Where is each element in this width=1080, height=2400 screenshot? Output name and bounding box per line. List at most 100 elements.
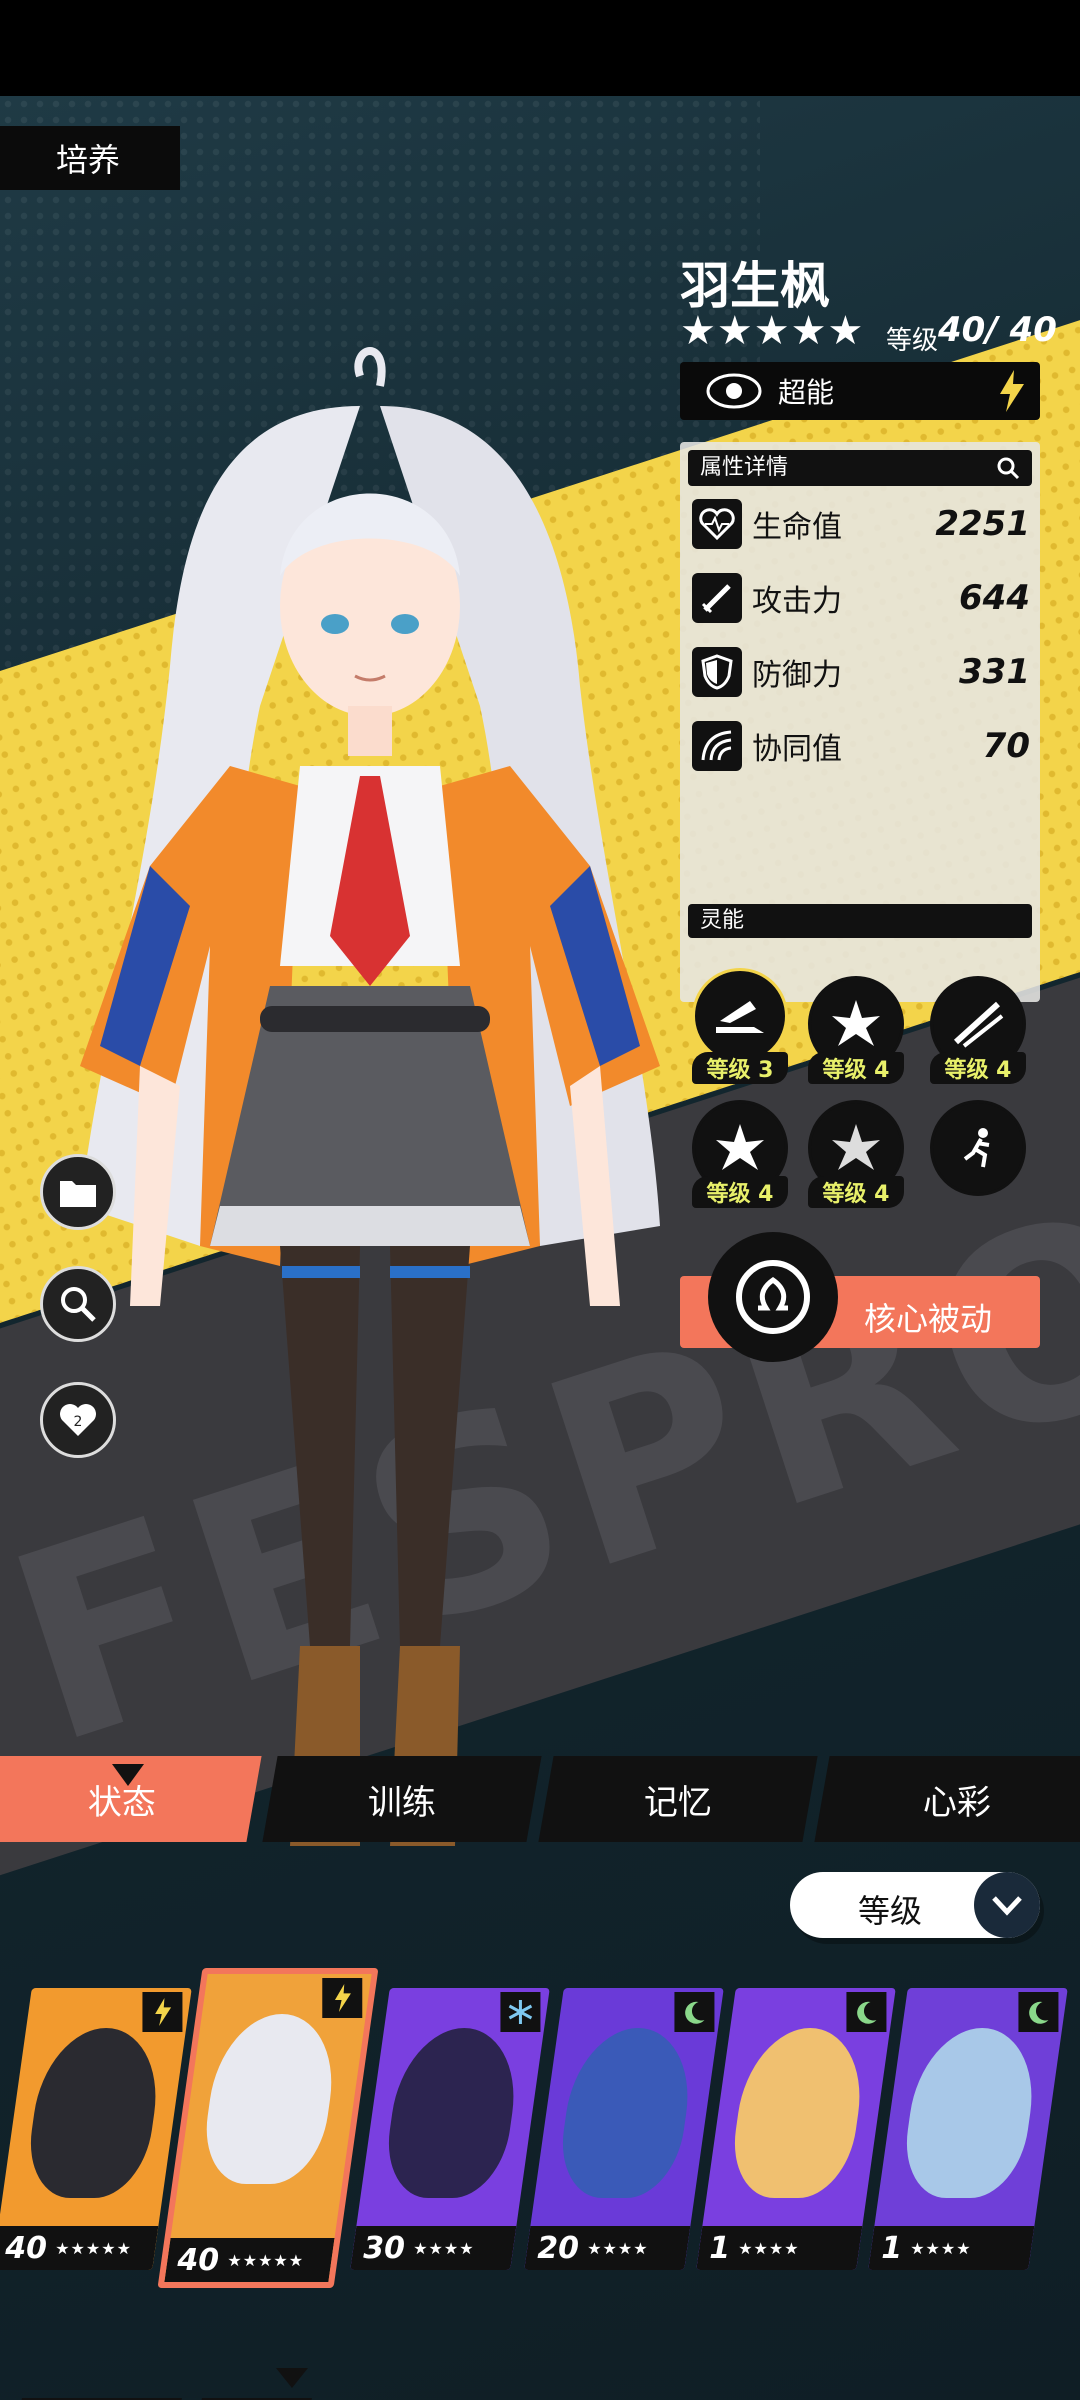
roster-stars: ★★★★★ — [55, 2238, 132, 2258]
roster-card-footer: 40 ★★★★★ — [164, 2238, 335, 2282]
roster-stars: ★★★★ — [413, 2238, 475, 2258]
swirl-icon — [692, 721, 742, 771]
section-title: 培养 — [0, 126, 180, 190]
tab-memory[interactable]: 记忆 — [538, 1756, 818, 1842]
roster-card[interactable]: 1 ★★★★ — [868, 1988, 1068, 2270]
chevron-down-icon — [974, 1872, 1040, 1938]
heart-badge-icon: 2 — [60, 1404, 96, 1436]
roster-card-footer: 30 ★★★★ — [350, 2226, 517, 2270]
roster-card-footer: 20 ★★★★ — [524, 2226, 691, 2270]
psychic-skill-1[interactable] — [692, 968, 788, 1064]
character-type-bar[interactable]: 超能 — [680, 362, 1040, 420]
psychic-header: 灵能 — [688, 904, 1032, 938]
core-passive-label: 核心被动 — [864, 1300, 993, 1338]
character-roster: 40 ★★★★★ 40 ★★★★★ 30 ★★★★ 20 ★★★★ 1 ★★★★… — [0, 1968, 1080, 2328]
crescent-icon — [1018, 1992, 1059, 2032]
inspect-button[interactable] — [40, 1266, 116, 1342]
omega-emblem-icon — [736, 1260, 810, 1334]
skill-level-badge: 等级 4 — [808, 1052, 904, 1084]
roster-level: 20 — [537, 2230, 580, 2266]
roster-card-footer: 1 ★★★★ — [868, 2226, 1035, 2270]
level-value: 40/ 40 — [938, 310, 1057, 350]
leaf-burst-icon — [832, 1000, 880, 1046]
attribute-name: 协同值 — [752, 732, 842, 767]
attribute-panel: 属性详情 生命值 2251 攻击力 644 防御力 331 协同值 70 灵能 — [680, 442, 1040, 1002]
archive-button[interactable] — [40, 1154, 116, 1230]
roster-portrait — [22, 2028, 167, 2198]
bolt-icon — [322, 1978, 363, 2018]
running-figure-icon — [963, 1128, 990, 1168]
shoe-wing-icon — [716, 1001, 764, 1033]
crescent-icon — [674, 1992, 715, 2032]
bolt-icon — [142, 1992, 183, 2032]
roster-portrait — [554, 2028, 699, 2198]
search-icon[interactable] — [996, 456, 1020, 480]
attribute-value: 2251 — [935, 504, 1030, 544]
attribute-row-synergy: 协同值 70 — [692, 716, 1030, 776]
character-portrait[interactable] — [60, 346, 680, 1946]
skill-level-badge: 等级 4 — [930, 1052, 1026, 1084]
type-label: 超能 — [778, 376, 835, 409]
roster-card[interactable]: 40 ★★★★★ — [0, 1988, 192, 2270]
roster-card[interactable]: 30 ★★★★ — [350, 1988, 550, 2270]
leaf-burst-icon — [716, 1124, 764, 1170]
character-stars: ★★★★★ — [680, 308, 865, 354]
roster-stars: ★★★★★ — [227, 2250, 304, 2270]
selected-card-indicator — [276, 2368, 308, 2388]
roster-level: 1 — [881, 2230, 903, 2266]
attribute-row-hp: 生命值 2251 — [692, 494, 1030, 554]
skill-level-badge: 等级 3 — [692, 1052, 788, 1084]
crescent-icon — [846, 1992, 887, 2032]
tab-heart-color[interactable]: 心彩 — [814, 1756, 1080, 1842]
roster-portrait — [726, 2028, 871, 2198]
roster-card[interactable]: 1 ★★★★ — [696, 1988, 896, 2270]
roster-portrait — [198, 2014, 343, 2184]
search-icon — [61, 1287, 96, 1322]
roster-card-selected[interactable]: 40 ★★★★★ — [157, 1968, 379, 2288]
attribute-name: 生命值 — [752, 510, 842, 545]
roster-stars: ★★★★ — [587, 2238, 649, 2258]
attribute-value: 70 — [982, 726, 1030, 766]
tab-label: 记忆 — [644, 1782, 712, 1823]
roster-stars: ★★★★ — [910, 2238, 972, 2258]
skill-level-badge: 等级 4 — [692, 1176, 788, 1208]
attribute-row-defense: 防御力 331 — [692, 642, 1030, 702]
roster-level: 1 — [709, 2230, 731, 2266]
bolt-icon — [1000, 370, 1024, 412]
attribute-name: 防御力 — [752, 658, 842, 693]
bond-button[interactable]: 2 — [40, 1382, 116, 1458]
attribute-name: 攻击力 — [752, 584, 842, 619]
attribute-header-label: 属性详情 — [700, 455, 789, 480]
roster-level: 30 — [363, 2230, 406, 2266]
roster-portrait — [380, 2028, 525, 2198]
level-label: 等级 — [886, 326, 939, 356]
roster-card-footer: 40 ★★★★★ — [0, 2226, 159, 2270]
game-stage: FESPROF 培养 羽生枫 ★★★★★ 等级 40/ 40 超能 属性详情 生… — [0, 96, 1080, 2400]
roster-level: 40 — [5, 2230, 48, 2266]
attribute-value: 331 — [959, 652, 1030, 692]
attribute-row-attack: 攻击力 644 — [692, 568, 1030, 628]
heart-pulse-icon — [692, 499, 742, 549]
leaf-burst-icon — [832, 1124, 880, 1170]
roster-card-footer: 1 ★★★★ — [696, 2226, 863, 2270]
psychic-eye-icon — [706, 373, 762, 409]
sort-label: 等级 — [858, 1892, 923, 1930]
slash-icon — [953, 1001, 1004, 1048]
shield-icon — [692, 647, 742, 697]
sword-icon — [692, 573, 742, 623]
core-passive-icon[interactable] — [708, 1232, 838, 1362]
psychic-skill-6[interactable] — [930, 1100, 1026, 1196]
tab-label: 训练 — [368, 1782, 436, 1823]
tab-training[interactable]: 训练 — [262, 1756, 542, 1842]
roster-level: 40 — [177, 2242, 220, 2278]
tab-label: 心彩 — [923, 1782, 991, 1823]
snowflake-icon — [500, 1992, 541, 2032]
sort-dropdown[interactable]: 等级 — [790, 1872, 1040, 1938]
roster-card[interactable]: 20 ★★★★ — [524, 1988, 724, 2270]
active-tab-indicator — [112, 1764, 144, 1786]
svg-text:2: 2 — [74, 1414, 83, 1430]
roster-stars: ★★★★ — [738, 2238, 800, 2258]
attribute-header[interactable]: 属性详情 — [688, 450, 1032, 486]
folder-icon — [60, 1181, 96, 1207]
skill-level-badge: 等级 4 — [808, 1176, 904, 1208]
